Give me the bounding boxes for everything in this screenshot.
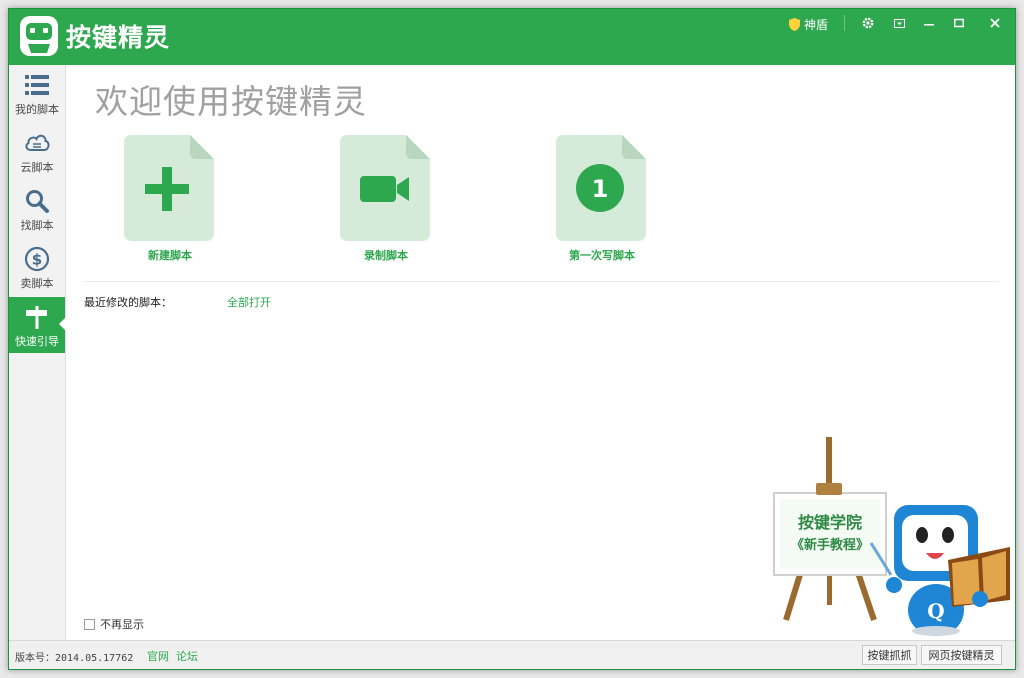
list-icon [25,75,49,95]
key-capture-button[interactable]: 按键抓抓 [862,645,917,665]
svg-text:按键学院: 按键学院 [798,513,862,532]
divider [84,281,999,282]
dont-show-again[interactable]: 不再显示 [84,616,144,632]
first-script-label: 第一次写脚本 [569,249,635,262]
maximize-icon [954,18,964,28]
search-icon [26,190,49,213]
document-tile-icon [340,135,430,241]
shield-label: 神盾 [804,17,829,32]
sidebar-item-label: 卖脚本 [20,277,54,290]
shield-icon [789,17,800,31]
sidebar: 我的脚本 云脚本 找脚本 $ 卖脚本 快速引导 [9,65,66,641]
sidebar-item-label: 云脚本 [20,161,54,174]
recent-scripts-label: 最近修改的脚本： [84,296,172,309]
title-bar: 按键精灵 神盾 [9,9,1015,65]
version-text: 版本号：2014.05.17762 [15,653,134,664]
svg-text:《新手教程》: 《新手教程》 [791,537,869,553]
dont-show-checkbox[interactable] [84,618,95,630]
record-script-label: 录制脚本 [364,249,408,262]
title-separator [844,15,845,31]
forum-link[interactable]: 论坛 [176,648,198,664]
svg-text:1: 1 [592,175,609,203]
sidebar-item-label: 快速引导 [15,335,59,348]
first-script-tile[interactable]: 1 第一次写脚本 [542,135,662,265]
close-icon [990,18,1000,28]
maximize-button[interactable] [946,13,972,33]
app-window: 按键精灵 神盾 我的脚本 云脚本 找脚本 $ 卖脚本 快速引导 欢迎使用按键精灵… [8,8,1016,670]
robot-logo-icon [17,14,61,58]
skin-button[interactable] [886,13,912,33]
page-title: 欢迎使用按键精灵 [95,82,367,121]
official-site-link[interactable]: 官网 [147,648,169,664]
record-script-tile[interactable]: 录制脚本 [326,135,446,265]
robot-mascot-icon: Q [869,505,1010,636]
document-tile-icon: 1 [556,135,646,241]
signpost-icon [26,306,47,329]
shield-button[interactable]: 神盾 [789,16,828,32]
dont-show-label: 不再显示 [100,618,144,631]
main-content: 欢迎使用按键精灵 新建脚本 录制脚本 1 第一次写脚本 最近修改的脚本： 全部打… [66,65,1015,641]
window-menu-icon [893,18,905,28]
tutorial-promo-banner[interactable]: 按键学院 《新手教程》 Q [766,425,1016,645]
sidebar-item-find-scripts[interactable]: 找脚本 [9,181,65,237]
settings-button[interactable] [855,13,881,33]
minimize-button[interactable] [916,13,942,33]
sidebar-item-my-scripts[interactable]: 我的脚本 [9,65,65,121]
sidebar-item-label: 我的脚本 [15,103,59,116]
svg-text:Q: Q [927,599,944,623]
sidebar-item-quick-guide[interactable]: 快速引导 [9,297,66,353]
svg-text:$: $ [32,251,42,269]
document-tile-icon [124,135,214,241]
open-all-link[interactable]: 全部打开 [227,294,271,310]
web-keyelf-button[interactable]: 网页按键精灵 [921,645,1002,665]
sidebar-item-label: 找脚本 [20,219,54,232]
number-one-icon: 1 [576,164,624,212]
minimize-icon [924,24,934,26]
new-script-tile[interactable]: 新建脚本 [110,135,230,265]
status-bar: 版本号：2014.05.17762 官网 论坛 按键抓抓 网页按键精灵 [9,640,1015,669]
sidebar-item-sell-scripts[interactable]: $ 卖脚本 [9,239,65,295]
sidebar-item-cloud-scripts[interactable]: 云脚本 [9,123,65,179]
cloud-icon [25,134,50,151]
dollar-icon: $ [24,246,50,272]
new-script-label: 新建脚本 [148,249,192,262]
close-button[interactable] [982,13,1008,33]
app-title: 按键精灵 [66,23,171,52]
gear-icon [862,17,874,29]
